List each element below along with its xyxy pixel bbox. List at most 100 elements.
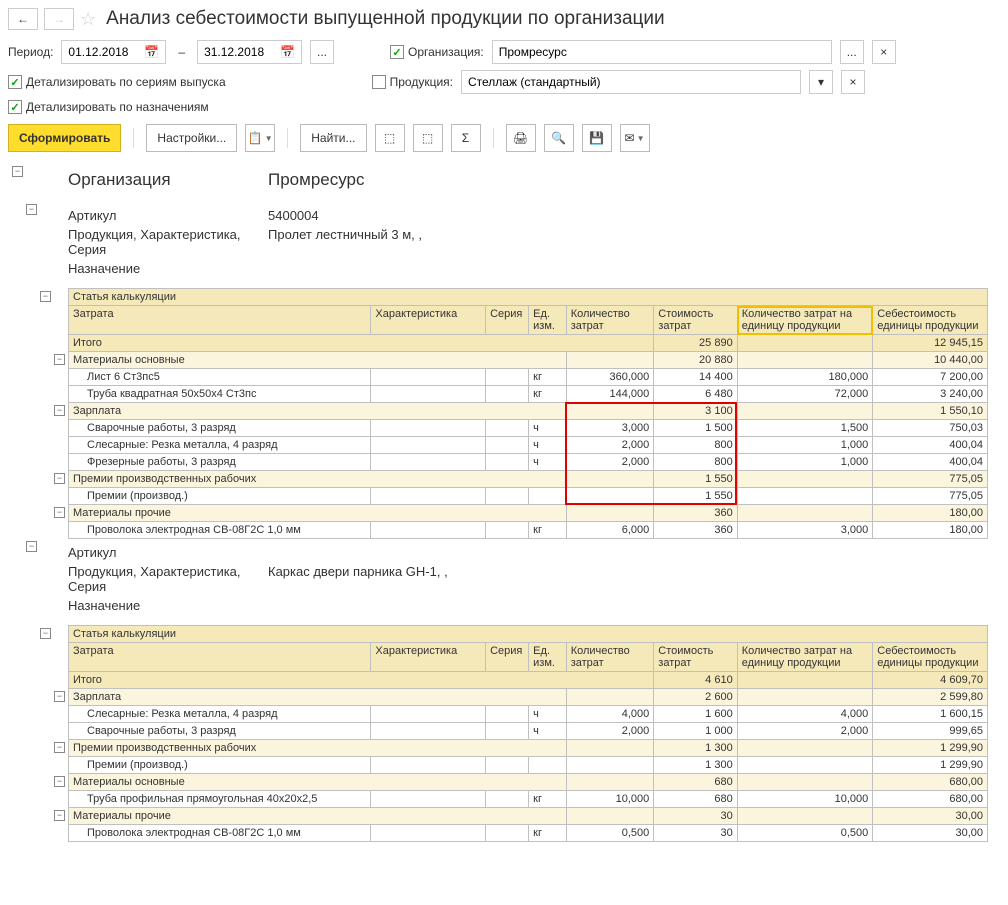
checkbox-icon (8, 100, 22, 114)
tree-toggle[interactable]: − (54, 354, 65, 365)
col-calc-item: Статья калькуляции (69, 626, 988, 643)
collapse-button[interactable]: ⬚ (413, 124, 443, 152)
tree-toggle[interactable]: − (54, 810, 65, 821)
favorite-star-icon[interactable]: ☆ (80, 9, 96, 30)
col-um: Ед. изм. (529, 306, 567, 335)
save-button[interactable]: 💾 (582, 124, 612, 152)
checkbox-icon (372, 75, 386, 89)
prod-input[interactable] (461, 70, 801, 94)
group-row[interactable]: Материалы прочие 30 30,00 (69, 808, 988, 825)
date-from-input[interactable]: 📅 (61, 40, 166, 64)
detail-row[interactable]: Слесарные: Резка металла, 4 разряд ч 4,0… (69, 706, 988, 723)
detail-row[interactable]: Сварочные работы, 3 разряд ч 2,000 1 000… (69, 723, 988, 740)
detail-row[interactable]: Фрезерные работы, 3 разряд ч 2,000 800 1… (69, 454, 988, 471)
org-header-value: Промресурс (268, 170, 365, 190)
checkbox-icon (390, 45, 404, 59)
col-qty-unit: Количество затрат на единицу продукции (737, 306, 873, 335)
prod-field[interactable] (466, 74, 796, 90)
col-cost-unit: Себестоимость единицы продукции (873, 306, 988, 335)
tree-toggle[interactable]: − (54, 507, 65, 518)
detail-purpose-checkbox[interactable]: Детализировать по назначениям (8, 100, 209, 114)
preview-button[interactable]: 🔍 (544, 124, 574, 152)
find-button[interactable]: Найти... (300, 124, 366, 152)
page-title: Анализ себестоимости выпущенной продукци… (106, 8, 665, 30)
date-from-field[interactable] (66, 44, 142, 60)
detail-row[interactable]: Проволока электродная СВ-08Г2С 1,0 мм кг… (69, 522, 988, 539)
sum-button[interactable]: Σ (451, 124, 481, 152)
tree-toggle[interactable]: − (54, 776, 65, 787)
detail-row[interactable]: Премии (производ.) 1 550 775,05 (69, 488, 988, 505)
prod-checkbox[interactable]: Продукция: (372, 75, 453, 89)
date-to-input[interactable]: 📅 (197, 40, 302, 64)
group-row[interactable]: Материалы основные 680 680,00 (69, 774, 988, 791)
org-field[interactable] (497, 44, 827, 60)
detail-row[interactable]: Премии (производ.) 1 300 1 299,90 (69, 757, 988, 774)
group-row[interactable]: Зарплата 3 100 1 550,10 (69, 403, 988, 420)
product-value: Каркас двери парника GH-1, , (268, 564, 448, 594)
detail-series-label: Детализировать по сериям выпуска (26, 75, 226, 89)
tree-toggle[interactable]: − (40, 291, 51, 302)
product-label: Продукция, Характеристика, Серия (68, 227, 268, 257)
sku-label: Артикул (68, 545, 268, 560)
product-label: Продукция, Характеристика, Серия (68, 564, 268, 594)
org-input[interactable] (492, 40, 832, 64)
nav-back-button[interactable]: ← (8, 8, 38, 30)
col-series: Серия (486, 306, 529, 335)
period-label: Период: (8, 45, 53, 59)
tree-toggle[interactable]: − (40, 628, 51, 639)
org-label: Организация: (408, 45, 484, 59)
col-cost: Затрата (69, 306, 371, 335)
tree-toggle[interactable]: − (12, 166, 23, 177)
detail-row[interactable]: Труба профильная прямоугольная 40х20х2,5… (69, 791, 988, 808)
detail-row[interactable]: Слесарные: Резка металла, 4 разряд ч 2,0… (69, 437, 988, 454)
group-row[interactable]: Премии производственных рабочих 1 300 1 … (69, 740, 988, 757)
tree-toggle[interactable]: − (54, 405, 65, 416)
email-button[interactable]: ✉▼ (620, 124, 650, 152)
purpose-label: Назначение (68, 598, 268, 613)
prod-label: Продукция: (390, 75, 453, 89)
col-qty: Количество затрат (566, 306, 654, 335)
tree-toggle[interactable]: − (26, 541, 37, 552)
prod-dropdown-button[interactable]: ▾ (809, 70, 833, 94)
detail-row[interactable]: Проволока электродная СВ-08Г2С 1,0 мм кг… (69, 825, 988, 842)
org-checkbox[interactable]: Организация: (390, 45, 484, 59)
tree-toggle[interactable]: − (54, 473, 65, 484)
total-row: Итого 4 610 4 609,70 (69, 672, 988, 689)
calendar-icon[interactable]: 📅 (142, 45, 161, 59)
date-to-field[interactable] (202, 44, 278, 60)
org-select-button[interactable]: ... (840, 40, 864, 64)
print-button[interactable]: 🖨 (506, 124, 536, 152)
col-cost: Затрата (69, 643, 371, 672)
sku-label: Артикул (68, 208, 268, 223)
detail-row[interactable]: Труба квадратная 50х50х4 Ст3пс кг 144,00… (69, 386, 988, 403)
tree-toggle[interactable]: − (54, 691, 65, 702)
group-row[interactable]: Материалы основные 20 880 10 440,00 (69, 352, 988, 369)
cost-table: Статья калькуляции Затрата Характеристик… (68, 288, 988, 539)
tree-toggle[interactable]: − (54, 742, 65, 753)
col-char: Характеристика (371, 306, 486, 335)
calendar-icon[interactable]: 📅 (278, 45, 297, 59)
col-um: Ед. изм. (529, 643, 567, 672)
col-series: Серия (486, 643, 529, 672)
variants-button[interactable]: 📋▼ (245, 124, 275, 152)
prod-clear-button[interactable]: × (841, 70, 865, 94)
col-cost-unit: Себестоимость единицы продукции (873, 643, 988, 672)
settings-button[interactable]: Настройки... (146, 124, 237, 152)
period-select-button[interactable]: ... (310, 40, 334, 64)
run-button[interactable]: Сформировать (8, 124, 121, 152)
detail-row[interactable]: Лист 6 Ст3пс5 кг 360,000 14 400 180,000 … (69, 369, 988, 386)
separator (287, 128, 288, 148)
tree-toggle[interactable]: − (26, 204, 37, 215)
group-row[interactable]: Зарплата 2 600 2 599,80 (69, 689, 988, 706)
group-row[interactable]: Премии производственных рабочих 1 550 77… (69, 471, 988, 488)
col-qty: Количество затрат (566, 643, 654, 672)
expand-button[interactable]: ⬚ (375, 124, 405, 152)
detail-series-checkbox[interactable]: Детализировать по сериям выпуска (8, 75, 226, 89)
group-row[interactable]: Материалы прочие 360 180,00 (69, 505, 988, 522)
nav-forward-button[interactable]: → (44, 8, 74, 30)
separator (493, 128, 494, 148)
checkbox-icon (8, 75, 22, 89)
org-clear-button[interactable]: × (872, 40, 896, 64)
detail-row[interactable]: Сварочные работы, 3 разряд ч 3,000 1 500… (69, 420, 988, 437)
product-value: Пролет лестничный 3 м, , (268, 227, 422, 257)
